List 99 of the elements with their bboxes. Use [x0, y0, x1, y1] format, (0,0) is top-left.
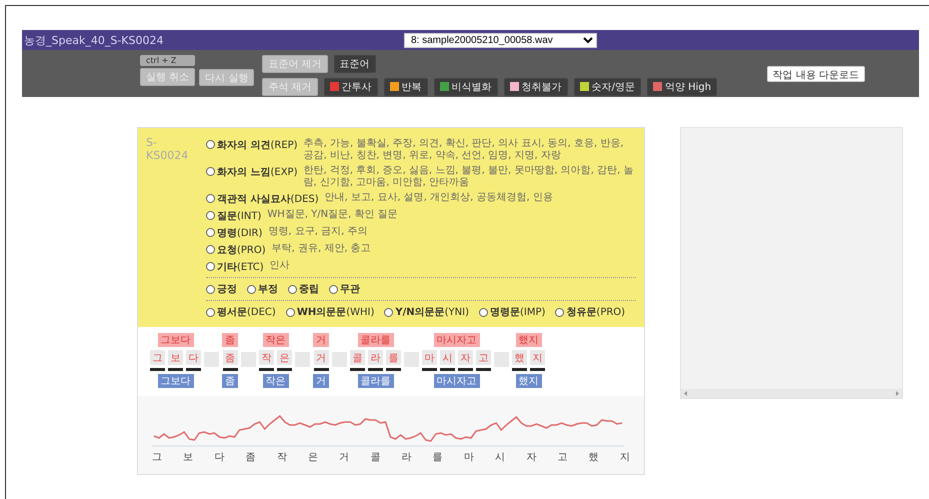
option-description: 안내, 보고, 묘사, 설명, 개인회상, 공동체경험, 인용: [324, 192, 553, 204]
word-tag[interactable]: 그보다: [158, 333, 194, 347]
radio-option[interactable]: 화자의 느낌(EXP): [206, 164, 298, 178]
syllable-bar: [277, 368, 292, 371]
syllable-bar: [530, 368, 545, 371]
syllable-bar: [168, 368, 183, 371]
standard-word-tag[interactable]: 콜라를: [358, 374, 394, 388]
syllable-box[interactable]: 보: [168, 350, 183, 365]
pitch-label: 자: [526, 451, 536, 464]
radio-option[interactable]: 기타(ETC): [206, 260, 264, 274]
syllable-bar: [422, 368, 437, 371]
radio-option[interactable]: 평서문(DEC): [206, 305, 276, 319]
syllable-box[interactable]: 를: [386, 350, 401, 365]
pitch-label: 라: [402, 451, 412, 464]
radio-option[interactable]: 중립: [288, 282, 319, 296]
download-button[interactable]: 작업 내용 다운로드: [766, 66, 865, 82]
tag-button[interactable]: 반복: [384, 78, 428, 96]
syllable-bar: [150, 368, 165, 371]
word-tag[interactable]: 거: [313, 333, 329, 347]
pitch-label: 보: [183, 451, 194, 464]
pitch-label: 은: [308, 451, 318, 464]
syllable-box[interactable]: 은: [277, 350, 292, 365]
syllable-box[interactable]: 했: [512, 350, 527, 365]
radio-option[interactable]: Y/N의문문(YNI): [384, 305, 469, 319]
pitch-label: 지: [620, 451, 630, 464]
syllable-bar: [222, 368, 238, 371]
standard-word-tag[interactable]: 거: [313, 374, 329, 388]
syllable-box[interactable]: 라: [368, 350, 383, 365]
utterance-id: S-KS0024: [146, 136, 190, 164]
word-tag[interactable]: 콜라를: [358, 333, 394, 347]
radio-option[interactable]: 화자의 의견(REP): [206, 138, 298, 152]
pitch-label: 그: [152, 451, 162, 464]
syllable-bar: [314, 368, 328, 371]
syllable-bar: [458, 368, 473, 371]
word-tag[interactable]: 마시자고: [434, 333, 480, 347]
standard-word-tag[interactable]: 했지: [516, 374, 542, 388]
option-description: 한탄, 걱정, 후회, 증오, 싫음, 느낌, 불평, 불만, 못마땅함, 의아함, 감탄, 놀람, 신기함, 고마움, 미안함, 안타까움: [304, 164, 634, 188]
syllable-box[interactable]: 좀: [222, 350, 238, 365]
horizontal-scrollbar[interactable]: [681, 389, 902, 398]
word-tag[interactable]: 했지: [516, 333, 542, 347]
syllable-box[interactable]: 콜: [350, 350, 365, 365]
syllable-box[interactable]: 다: [186, 350, 201, 365]
pitch-label: 거: [339, 451, 350, 464]
syllable-bar: [186, 368, 201, 371]
radio-option[interactable]: 명령문(IMP): [479, 305, 546, 319]
pitch-label: 마: [464, 451, 474, 464]
tag-button[interactable]: 청취불가: [504, 78, 568, 96]
option-description: 추측, 가능, 불확실, 주장, 의견, 확신, 판단, 의사 표시, 동의, 호응, 반응, 공감, 비난, 칭찬, 변명, 위로, 약속, 선언, 임명, 지명, 자랑: [304, 138, 625, 162]
tag-button[interactable]: 간투사: [324, 78, 378, 96]
pitch-label: 고: [557, 451, 568, 464]
standard-word-tag[interactable]: 작은: [262, 374, 288, 388]
tag-button[interactable]: 숫자/영문: [574, 78, 641, 96]
syllable-bar: [350, 368, 365, 371]
radio-option[interactable]: 긍정: [206, 282, 237, 296]
standard-word-tag[interactable]: 마시자고: [434, 374, 480, 388]
syllable-box[interactable]: 마: [422, 350, 437, 365]
syllable-box[interactable]: 시: [440, 350, 455, 365]
syllable-box[interactable]: 작: [259, 350, 274, 365]
standard-button[interactable]: 표준어: [334, 55, 376, 73]
radio-option[interactable]: 질문(INT): [206, 208, 262, 222]
syllable-bar: [386, 368, 401, 371]
syllable-bar: [476, 368, 491, 371]
radio-option[interactable]: 명령(DIR): [206, 226, 262, 240]
option-description: 인사: [270, 260, 290, 272]
word-tag[interactable]: 좀: [222, 333, 238, 347]
tag-button[interactable]: 비식별화: [434, 78, 498, 96]
option-description: WH질문, Y/N질문, 확인 질문: [267, 208, 398, 220]
radio-option[interactable]: WH의문문(WHI): [286, 305, 374, 319]
pitch-label: 했: [588, 451, 599, 464]
pitch-label: 시: [495, 451, 506, 464]
syllable-box[interactable]: 자: [458, 350, 473, 365]
radio-option[interactable]: 청유문(PRO): [555, 305, 626, 319]
text-panel[interactable]: [680, 127, 903, 399]
radio-option[interactable]: 무관: [329, 282, 360, 296]
file-select[interactable]: 8: sample20005210_00058.wav: [404, 32, 597, 48]
syllable-bar: [440, 368, 455, 371]
shortcut-label: ctrl + Z: [140, 55, 196, 66]
syllable-bar: [259, 368, 274, 371]
syllable-box[interactable]: 거: [314, 350, 328, 365]
radio-option[interactable]: 객관적 사실묘사(DES): [206, 192, 319, 206]
standard-word-tag[interactable]: 좀: [222, 374, 238, 388]
pitch-label: 를: [432, 451, 443, 464]
option-description: 명령, 요구, 금지, 주의: [268, 226, 368, 238]
pitch-label: 작: [276, 451, 287, 464]
syllable-bar: [512, 368, 527, 371]
syllable-box[interactable]: 고: [476, 350, 491, 365]
window-title: 농경_Speak_40_S-KS0024: [24, 32, 164, 48]
syllable-bar: [368, 368, 383, 371]
syllable-box[interactable]: 그: [150, 350, 165, 365]
option-description: 부탁, 권유, 제안, 충고: [272, 242, 371, 254]
pitch-label: 콜: [370, 451, 380, 464]
word-tag[interactable]: 작은: [262, 333, 288, 347]
syllable-box[interactable]: 지: [530, 350, 545, 365]
standard-word-tag[interactable]: 그보다: [158, 374, 194, 388]
radio-option[interactable]: 요청(PRO): [206, 242, 266, 256]
radio-option[interactable]: 부정: [247, 282, 278, 296]
tag-button[interactable]: 억양 High: [646, 78, 718, 96]
pitch-label: 다: [214, 451, 224, 464]
pitch-label: 좀: [246, 451, 256, 464]
